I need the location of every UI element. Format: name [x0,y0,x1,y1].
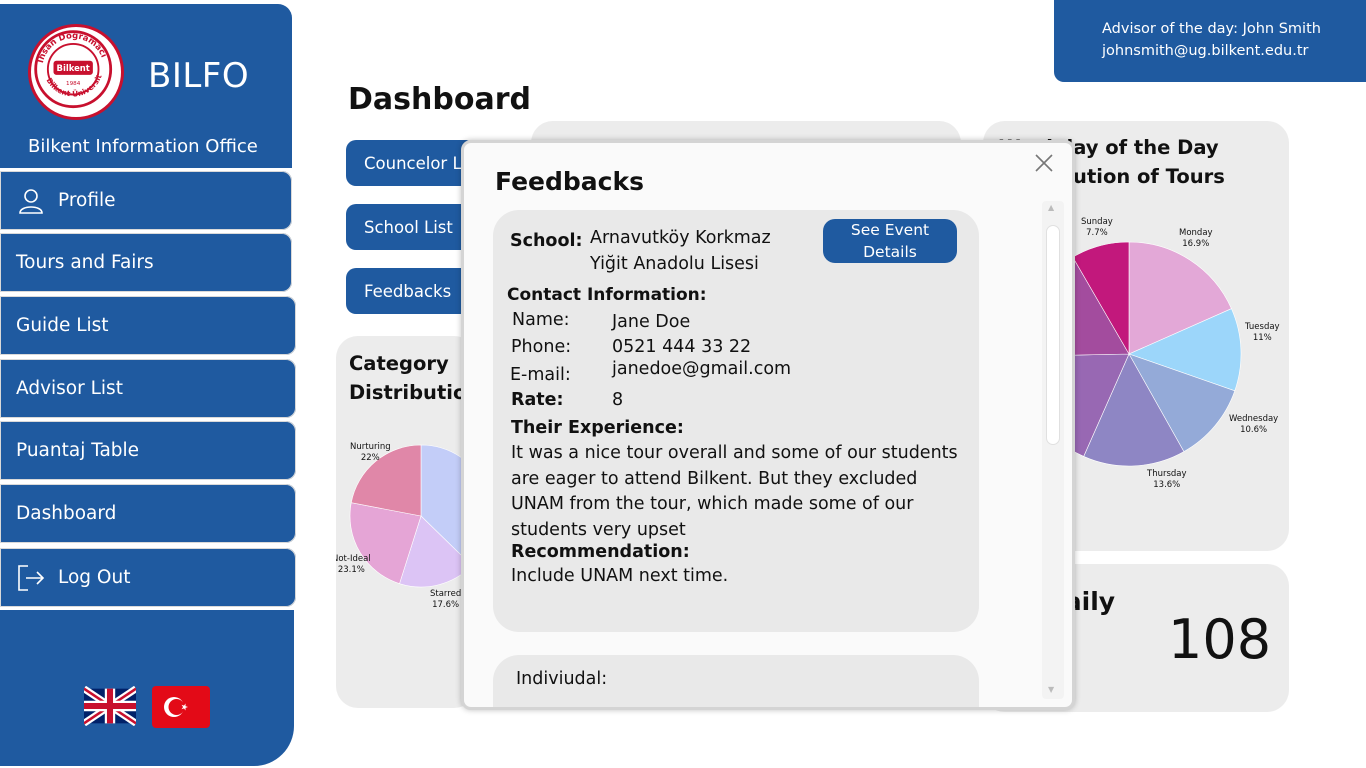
individual-label: Indiviudal: [516,669,608,689]
feedbacks-modal: Feedbacks School: Arnavutköy Korkmaz Yiğ… [461,140,1075,710]
school-name: Arnavutköy Korkmaz Yiğit Anadolu Lisesi [590,228,771,274]
user-icon [16,186,46,216]
scroll-thumb[interactable] [1046,225,1060,445]
sidebar-item-label: Profile [58,190,116,211]
category-distribution-card: Category Distribution Nurturing22% Not-I… [336,336,476,708]
name-label: Name: [512,310,570,330]
email-label: E-mail: [510,365,571,385]
category-pie-chart [349,444,476,588]
experience-text: It was a nice tour overall and some of o… [511,443,958,540]
sidebar-item-profile[interactable]: Profile [0,171,292,230]
email-value: janedoe@gmail.com [612,359,792,379]
advisor-name: Advisor of the day: John Smith [1102,21,1321,37]
pie-label-sunday: Sunday 7.7% [1081,217,1113,238]
pie-label-nurturing: Nurturing 22% [350,442,391,463]
scroll-up-icon[interactable]: ▲ [1048,203,1054,212]
modal-scrollbar[interactable]: ▲ ▼ [1042,201,1064,699]
school-label: School: [510,231,583,251]
school-list-button[interactable]: School List [346,204,476,250]
sidebar-item-label: Advisor List [16,378,123,399]
sidebar-footer [0,610,294,766]
councelor-list-button[interactable]: Councelor List [346,140,476,186]
advisor-email: johnsmith@ug.bilkent.edu.tr [1102,43,1309,59]
pie-label-starred: Starred 17.6% [430,589,462,610]
contact-heading: Contact Information: [507,285,707,305]
experience-heading: Their Experience: [511,418,684,438]
page-title: Dashboard [348,82,531,117]
feedbacks-button[interactable]: Feedbacks [346,268,476,314]
name-value: Jane Doe [612,312,691,332]
svg-text:1984: 1984 [66,81,81,87]
brand-subtitle: Bilkent Information Office [28,136,258,157]
logout-icon [16,563,46,593]
sidebar-item-advisor-list[interactable]: Advisor List [0,359,296,418]
sidebar-item-logout[interactable]: Log Out [0,548,296,607]
phone-value: 0521 444 33 22 [612,337,752,357]
pie-label-monday: Monday 16.9% [1179,228,1213,249]
sidebar-item-dashboard[interactable]: Dashboard [0,484,296,543]
see-event-details-button[interactable]: See Event Details [823,219,957,263]
pie-label-wednesday: Wednesday 10.6% [1229,414,1279,435]
rate-label: Rate: [511,390,564,410]
sidebar-item-label: Guide List [16,315,109,336]
english-flag-icon[interactable] [82,685,138,727]
total-tour-value: 108 [1168,608,1272,671]
recommendation-value: Include UNAM next time. [511,566,729,586]
feedback-card: School: Arnavutköy Korkmaz Yiğit Anadolu… [493,210,979,632]
turkish-flag-icon[interactable] [152,686,210,728]
feedback-card-next: Indiviudal: [493,655,979,707]
recommendation-heading: Recommendation: [511,542,690,562]
rate-value: 8 [612,390,624,410]
brand-title: BILFO [148,56,250,96]
sidebar-item-tours-and-fairs[interactable]: Tours and Fairs [0,233,292,292]
sidebar-header: İhsan Doğramacı Bilkent Üniversitesi Bil… [0,4,292,168]
pie-label-tuesday: Tuesday 11% [1245,322,1280,343]
pie-label-thursday: Thursday 13.6% [1147,469,1187,490]
modal-title: Feedbacks [495,167,644,196]
sidebar-item-puantaj-table[interactable]: Puantaj Table [0,421,296,480]
svg-text:Bilkent: Bilkent [57,63,90,73]
bilkent-logo: İhsan Doğramacı Bilkent Üniversitesi Bil… [28,20,124,120]
advisor-of-the-day: Advisor of the day: John Smith johnsmith… [1054,0,1366,82]
sidebar-item-label: Tours and Fairs [16,252,154,273]
close-icon[interactable] [1032,151,1056,175]
sidebar-item-label: Log Out [58,567,131,588]
sidebar-item-label: Dashboard [16,503,117,524]
sidebar-item-guide-list[interactable]: Guide List [0,296,296,355]
scroll-down-icon[interactable]: ▼ [1048,685,1054,694]
sidebar-item-label: Puantaj Table [16,440,140,461]
pie-label-not-ideal: Not-Ideal23.1% [336,554,371,575]
phone-label: Phone: [511,337,572,357]
